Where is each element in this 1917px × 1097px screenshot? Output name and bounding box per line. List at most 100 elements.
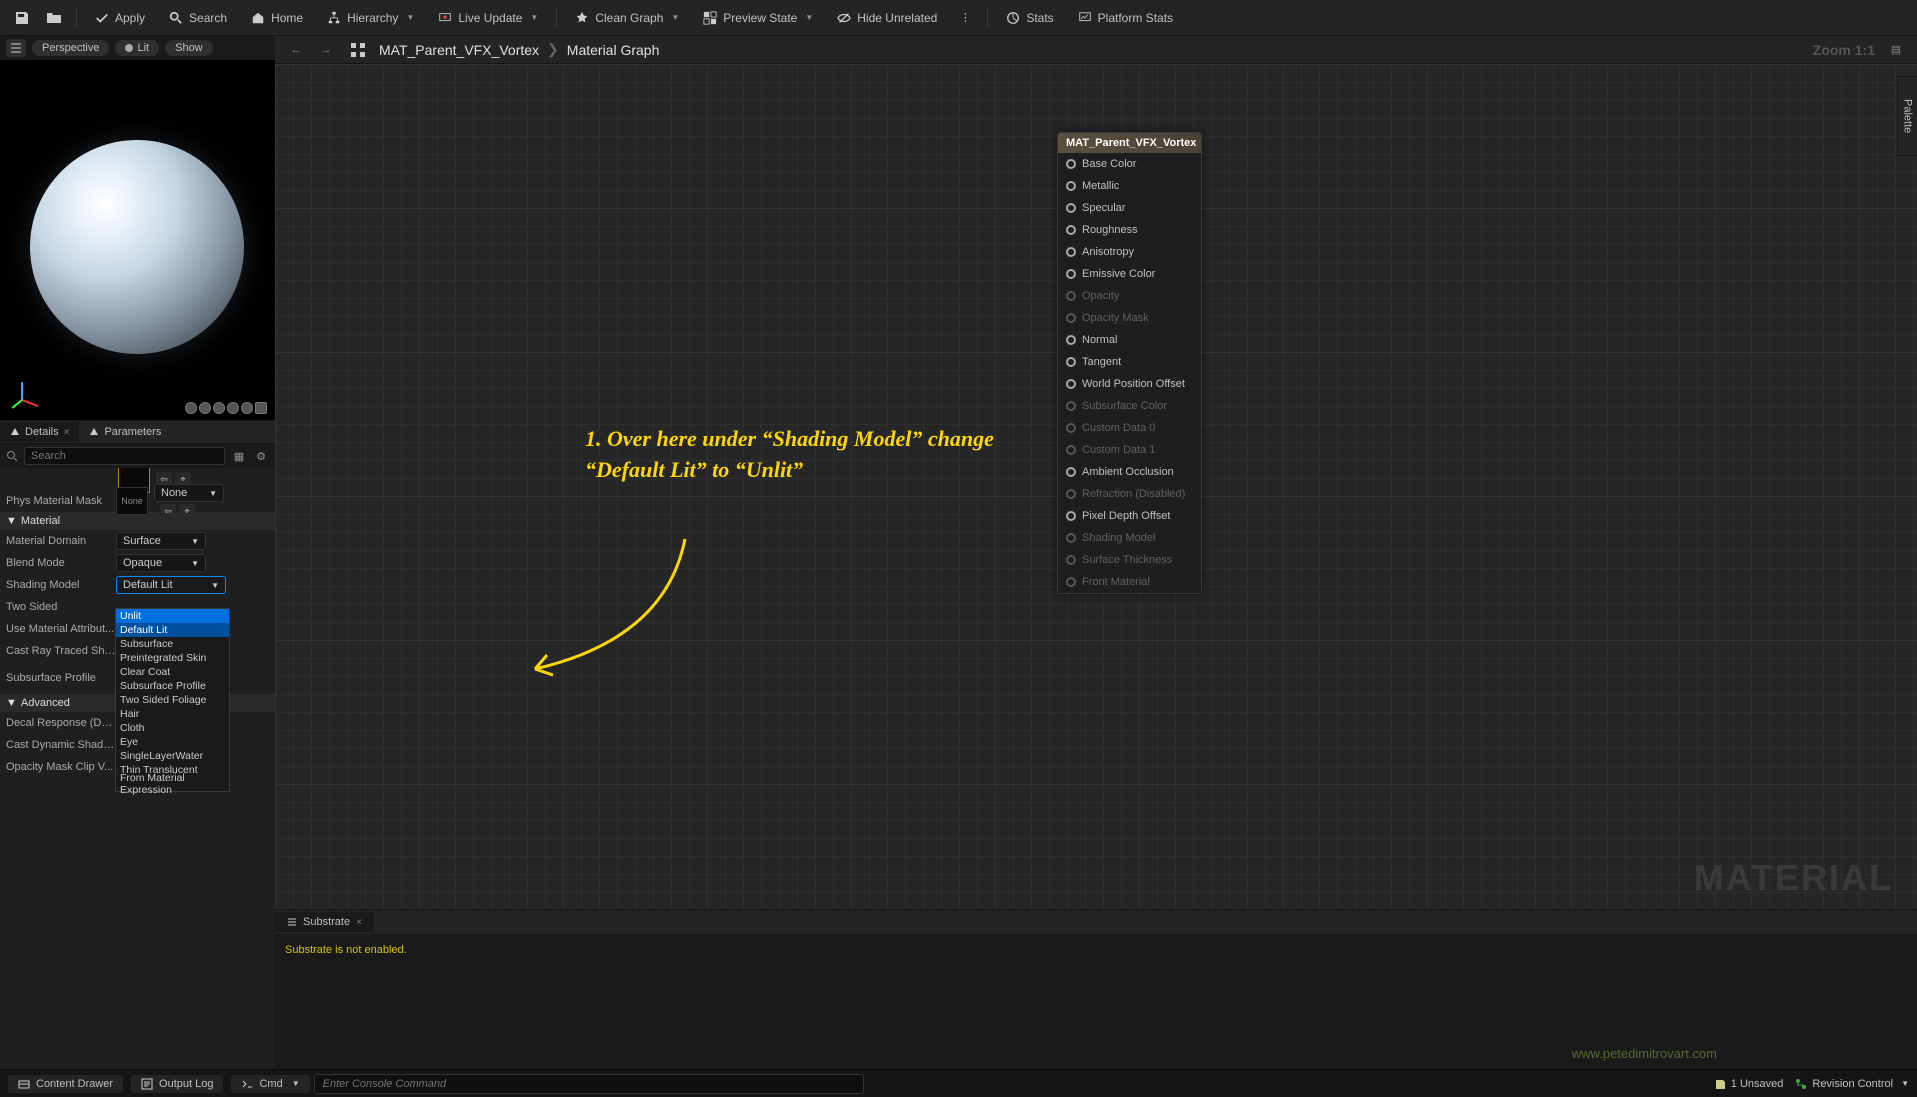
revision-control-button[interactable]: Revision Control▼ — [1795, 1078, 1909, 1090]
substrate-panel: Substrate× Substrate is not enabled. www… — [275, 909, 1917, 1069]
material-pin[interactable]: Roughness — [1058, 219, 1201, 241]
phys-mask-thumb[interactable]: None — [116, 487, 148, 515]
status-bar: Content Drawer Output Log Cmd▼ 1 Unsaved… — [0, 1069, 1917, 1097]
material-pin[interactable]: Surface Thickness — [1058, 549, 1201, 571]
dropdown-option[interactable]: Subsurface — [116, 637, 229, 651]
hierarchy-button[interactable]: Hierarchy▼ — [317, 7, 424, 29]
material-pin[interactable]: Shading Model — [1058, 527, 1201, 549]
dropdown-option[interactable]: Default Lit — [116, 623, 229, 637]
platform-stats-button[interactable]: Platform Stats — [1068, 7, 1183, 29]
dropdown-option[interactable]: Preintegrated Skin — [116, 651, 229, 665]
material-pin[interactable]: Refraction (Disabled) — [1058, 483, 1201, 505]
node-title: MAT_Parent_VFX_Vortex — [1058, 133, 1201, 153]
cmd-button[interactable]: Cmd▼ — [231, 1075, 309, 1093]
stats-button[interactable]: Stats — [996, 7, 1063, 29]
dropdown-option[interactable]: Cloth — [116, 721, 229, 735]
material-pin[interactable]: Subsurface Color — [1058, 395, 1201, 417]
axis-gizmo-icon — [12, 380, 42, 410]
search-button[interactable]: Search — [159, 7, 237, 29]
zoom-label: Zoom 1:1 — [1813, 42, 1875, 58]
tab-details[interactable]: Details× — [0, 422, 79, 442]
nav-back-icon[interactable]: ← — [285, 39, 307, 61]
tab-parameters[interactable]: Parameters — [79, 422, 171, 442]
material-preview-viewport[interactable] — [0, 60, 275, 420]
material-pin[interactable]: Custom Data 1 — [1058, 439, 1201, 461]
save-icon[interactable] — [8, 4, 36, 32]
breadcrumb-asset[interactable]: MAT_Parent_VFX_Vortex — [379, 42, 539, 58]
preview-state-button[interactable]: Preview State▼ — [693, 7, 823, 29]
dropdown-option[interactable]: Unlit — [116, 609, 229, 623]
preview-shape-picker[interactable] — [185, 402, 267, 414]
close-icon[interactable]: × — [356, 917, 362, 928]
perspective-button[interactable]: Perspective — [32, 40, 109, 56]
shading-model-dropdown: UnlitDefault LitSubsurfacePreintegrated … — [115, 608, 230, 792]
material-pin[interactable]: Metallic — [1058, 175, 1201, 197]
chevron-right-icon: ❯ — [547, 41, 559, 58]
palette-tab[interactable]: Palette — [1897, 76, 1917, 156]
material-pin[interactable]: Ambient Occlusion — [1058, 461, 1201, 483]
material-pin[interactable]: Opacity — [1058, 285, 1201, 307]
show-button[interactable]: Show — [165, 40, 213, 56]
settings-gear-icon[interactable]: ⚙ — [253, 448, 269, 464]
material-watermark: MATERIAL — [1694, 857, 1893, 899]
tab-substrate[interactable]: Substrate× — [275, 912, 374, 932]
content-drawer-button[interactable]: Content Drawer — [8, 1075, 123, 1093]
preview-sphere — [30, 140, 244, 354]
dropdown-option[interactable]: Subsurface Profile — [116, 679, 229, 693]
details-search-input[interactable] — [24, 447, 225, 465]
hide-unrelated-button[interactable]: Hide Unrelated — [827, 7, 947, 29]
annotation-arrow-icon — [515, 519, 695, 689]
dropdown-option[interactable]: From Material Expression — [116, 777, 229, 791]
breadcrumb: MAT_Parent_VFX_Vortex ❯ Material Graph — [379, 41, 659, 58]
material-output-node[interactable]: MAT_Parent_VFX_Vortex Base ColorMetallic… — [1057, 132, 1202, 594]
browse-icon[interactable] — [40, 4, 68, 32]
phys-mask-label: Phys Material Mask — [6, 495, 116, 507]
home-button[interactable]: Home — [241, 7, 313, 29]
breadcrumb-section[interactable]: Material Graph — [567, 42, 660, 58]
viewport-controls: Perspective Lit Show — [0, 36, 275, 60]
material-pin[interactable]: Normal — [1058, 329, 1201, 351]
overflow-icon[interactable]: ⋮ — [951, 4, 979, 32]
details-tab-bar: Details× Parameters — [0, 420, 275, 444]
grid-view-icon[interactable]: ▦ — [231, 448, 247, 464]
dropdown-option[interactable]: Hair — [116, 707, 229, 721]
material-domain-select[interactable]: Surface▼ — [116, 532, 206, 550]
close-icon[interactable]: × — [64, 427, 70, 438]
material-pin[interactable]: Opacity Mask — [1058, 307, 1201, 329]
dropdown-option[interactable]: Clear Coat — [116, 665, 229, 679]
viewport-menu-icon[interactable] — [6, 39, 26, 57]
lit-button[interactable]: Lit — [115, 40, 159, 56]
use-asset-icon[interactable]: ⇦ — [160, 504, 176, 518]
nav-forward-icon[interactable]: → — [315, 39, 337, 61]
live-update-button[interactable]: Live Update▼ — [428, 7, 548, 29]
material-pin[interactable]: World Position Offset — [1058, 373, 1201, 395]
url-watermark: www.petedimitrovart.com — [1572, 1046, 1717, 1061]
shading-model-select[interactable]: Default Lit▼ — [116, 576, 226, 594]
material-pin[interactable]: Emissive Color — [1058, 263, 1201, 285]
palette-toggle-icon[interactable]: ▤ — [1885, 39, 1907, 61]
material-pin[interactable]: Custom Data 0 — [1058, 417, 1201, 439]
dropdown-option[interactable]: Eye — [116, 735, 229, 749]
graph-root-icon[interactable] — [347, 39, 369, 61]
material-pin[interactable]: Pixel Depth Offset — [1058, 505, 1201, 527]
browse-asset-icon[interactable]: ⌖ — [179, 504, 195, 518]
material-pin[interactable]: Base Color — [1058, 153, 1201, 175]
dropdown-option[interactable]: SingleLayerWater — [116, 749, 229, 763]
main-toolbar: Apply Search Home Hierarchy▼ Live Update… — [0, 0, 1917, 36]
material-graph-canvas[interactable]: MAT_Parent_VFX_Vortex Base ColorMetallic… — [275, 64, 1917, 1069]
apply-button[interactable]: Apply — [85, 7, 155, 29]
dropdown-option[interactable]: Two Sided Foliage — [116, 693, 229, 707]
clean-graph-button[interactable]: Clean Graph▼ — [565, 7, 689, 29]
graph-header: ← → MAT_Parent_VFX_Vortex ❯ Material Gra… — [275, 36, 1917, 64]
material-pin[interactable]: Front Material — [1058, 571, 1201, 593]
material-pin[interactable]: Anisotropy — [1058, 241, 1201, 263]
phys-mask-select[interactable]: None▼ — [154, 484, 224, 502]
search-icon — [6, 450, 18, 462]
unsaved-status[interactable]: 1 Unsaved — [1714, 1078, 1784, 1090]
material-pin[interactable]: Specular — [1058, 197, 1201, 219]
output-log-button[interactable]: Output Log — [131, 1075, 223, 1093]
blend-mode-select[interactable]: Opaque▼ — [116, 554, 206, 572]
console-command-input[interactable] — [314, 1074, 864, 1094]
tutorial-annotation: 1. Over here under “Shading Model” chang… — [585, 424, 1015, 486]
material-pin[interactable]: Tangent — [1058, 351, 1201, 373]
